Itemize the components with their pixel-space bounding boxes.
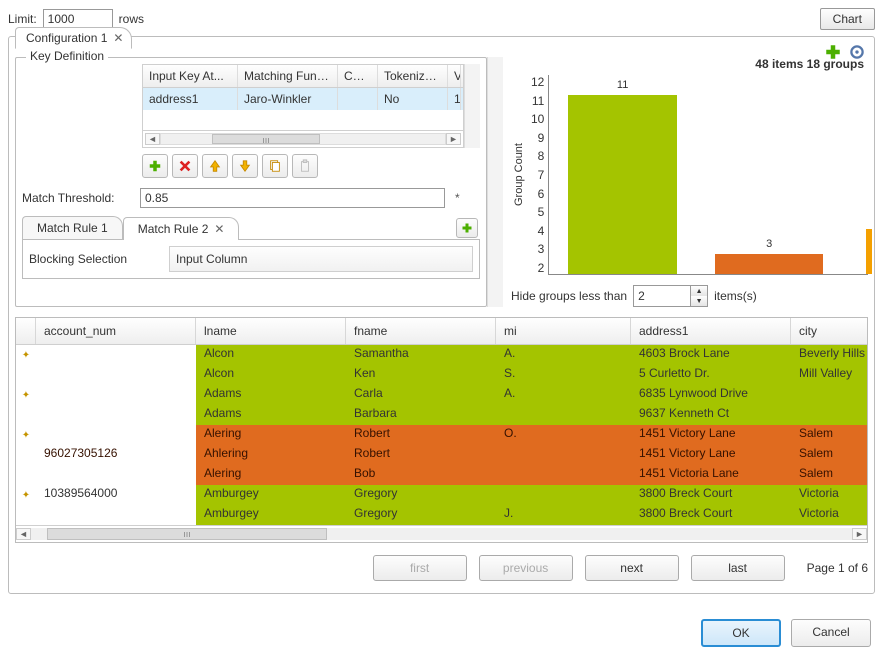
group-marker-icon: ✦ bbox=[16, 425, 36, 445]
config-tab-label: Configuration 1 bbox=[26, 31, 107, 45]
add-config-icon[interactable] bbox=[824, 43, 842, 61]
add-rule-button[interactable] bbox=[456, 218, 478, 238]
scroll-left-icon[interactable]: ◄ bbox=[145, 133, 160, 145]
chart-bar-3 bbox=[866, 229, 872, 274]
results-table[interactable]: account_num lname fname mi address1 city… bbox=[15, 317, 868, 543]
group-marker-icon: ✦ bbox=[16, 385, 36, 405]
cancel-button[interactable]: Cancel bbox=[791, 619, 871, 647]
hide-groups-suffix: items(s) bbox=[714, 289, 757, 303]
key-definition-title: Key Definition bbox=[26, 49, 108, 63]
table-row[interactable]: 96027305126AhleringRobert1451 Victory La… bbox=[16, 445, 867, 465]
paste-button[interactable] bbox=[292, 154, 318, 178]
table-row[interactable]: ✦AlconSamanthaA.4603 Brock LaneBeverly H… bbox=[16, 345, 867, 365]
chart-y-axis: 12111098765432 bbox=[527, 75, 548, 275]
chart-button[interactable]: Chart bbox=[820, 8, 875, 30]
scroll-thumb[interactable]: ııı bbox=[47, 528, 326, 540]
ok-button[interactable]: OK bbox=[701, 619, 781, 647]
table-row[interactable]: ✦10389564000AmburgeyGregory3800 Breck Co… bbox=[16, 485, 867, 505]
table-row[interactable]: ✦AdamsCarlaA.6835 Lynwood Drive bbox=[16, 385, 867, 405]
results-hscroll[interactable]: ◄ ııı ► bbox=[16, 525, 867, 542]
scroll-left-icon[interactable]: ◄ bbox=[16, 528, 31, 540]
required-star: * bbox=[455, 191, 460, 205]
scroll-right-icon[interactable]: ► bbox=[446, 133, 461, 145]
chart-ylabel: Group Count bbox=[511, 75, 527, 275]
chart-bar-1: 11 bbox=[568, 95, 676, 274]
group-marker-icon bbox=[16, 365, 36, 385]
move-up-button[interactable] bbox=[202, 154, 228, 178]
input-column-field[interactable]: Input Column bbox=[169, 246, 473, 272]
gear-icon[interactable] bbox=[848, 43, 866, 61]
tab-match-rule-2[interactable]: Match Rule 2✕ bbox=[123, 217, 240, 240]
key-table-hscroll[interactable]: ◄ ııı ► bbox=[143, 130, 463, 147]
col-tokenize[interactable]: Tokenize... bbox=[378, 65, 448, 87]
key-table-row[interactable]: address1 Jaro-Winkler No 1 bbox=[143, 88, 463, 110]
key-table-vscroll[interactable] bbox=[464, 64, 480, 148]
col-input-key[interactable]: Input Key At... bbox=[143, 65, 238, 87]
table-row[interactable]: AdamsBarbara9637 Kenneth Ct bbox=[16, 405, 867, 425]
previous-button[interactable]: previous bbox=[479, 555, 573, 581]
col-mi[interactable]: mi bbox=[496, 318, 631, 344]
hide-groups-value[interactable] bbox=[634, 286, 690, 306]
delete-key-button[interactable] bbox=[172, 154, 198, 178]
group-marker-icon bbox=[16, 405, 36, 425]
group-marker-icon bbox=[16, 465, 36, 485]
last-button[interactable]: last bbox=[691, 555, 785, 581]
hide-groups-spinner[interactable]: ▲ ▼ bbox=[633, 285, 708, 307]
col-city[interactable]: city bbox=[791, 318, 867, 344]
limit-unit: rows bbox=[119, 12, 144, 26]
table-row[interactable]: AleringBob1451 Victoria LaneSalem bbox=[16, 465, 867, 485]
add-key-button[interactable] bbox=[142, 154, 168, 178]
copy-button[interactable] bbox=[262, 154, 288, 178]
tab-match-rule-1[interactable]: Match Rule 1 bbox=[22, 216, 123, 239]
col-fname[interactable]: fname bbox=[346, 318, 496, 344]
threshold-input[interactable] bbox=[140, 188, 445, 208]
spinner-down-icon[interactable]: ▼ bbox=[691, 296, 707, 306]
blocking-selection-label: Blocking Selection bbox=[29, 246, 159, 266]
table-row[interactable]: AlconKenS.5 Curletto Dr.Mill Valley bbox=[16, 365, 867, 385]
col-address1[interactable]: address1 bbox=[631, 318, 791, 344]
group-marker-icon: ✦ bbox=[16, 345, 36, 365]
first-button[interactable]: first bbox=[373, 555, 467, 581]
col-cus[interactable]: Cus... bbox=[338, 65, 378, 87]
limit-label: Limit: bbox=[8, 12, 37, 26]
limit-input[interactable] bbox=[43, 9, 113, 29]
next-button[interactable]: next bbox=[585, 555, 679, 581]
col-matching-func[interactable]: Matching Func... bbox=[238, 65, 338, 87]
close-icon[interactable]: ✕ bbox=[113, 31, 123, 45]
tab-configuration-1[interactable]: Configuration 1 ✕ bbox=[15, 27, 132, 49]
page-info: Page 1 of 6 bbox=[807, 561, 868, 575]
move-down-button[interactable] bbox=[232, 154, 258, 178]
key-table[interactable]: Input Key At... Matching Func... Cus... … bbox=[142, 64, 464, 148]
table-row[interactable]: ✦AleringRobertO.1451 Victory LaneSalem bbox=[16, 425, 867, 445]
left-panel-vscroll[interactable] bbox=[487, 57, 503, 307]
chart-summary: 48 items 18 groups bbox=[511, 57, 868, 75]
scroll-right-icon[interactable]: ► bbox=[852, 528, 867, 540]
close-icon[interactable]: ✕ bbox=[214, 222, 224, 236]
chart-bar-2: 3 bbox=[715, 254, 823, 274]
group-marker-icon: ✦ bbox=[16, 485, 36, 505]
group-marker-icon bbox=[16, 505, 36, 525]
col-account-num[interactable]: account_num bbox=[36, 318, 196, 344]
threshold-label: Match Threshold: bbox=[22, 191, 130, 205]
scroll-thumb[interactable]: ııı bbox=[212, 134, 320, 144]
table-row[interactable]: AmburgeyGregoryJ.3800 Breck CourtVictori… bbox=[16, 505, 867, 525]
group-marker-icon bbox=[16, 445, 36, 465]
group-count-chart: Group Count 12111098765432 11 3 bbox=[511, 75, 868, 275]
col-v[interactable]: V bbox=[448, 65, 461, 87]
col-lname[interactable]: lname bbox=[196, 318, 346, 344]
hide-groups-label: Hide groups less than bbox=[511, 289, 627, 303]
spinner-up-icon[interactable]: ▲ bbox=[691, 286, 707, 296]
